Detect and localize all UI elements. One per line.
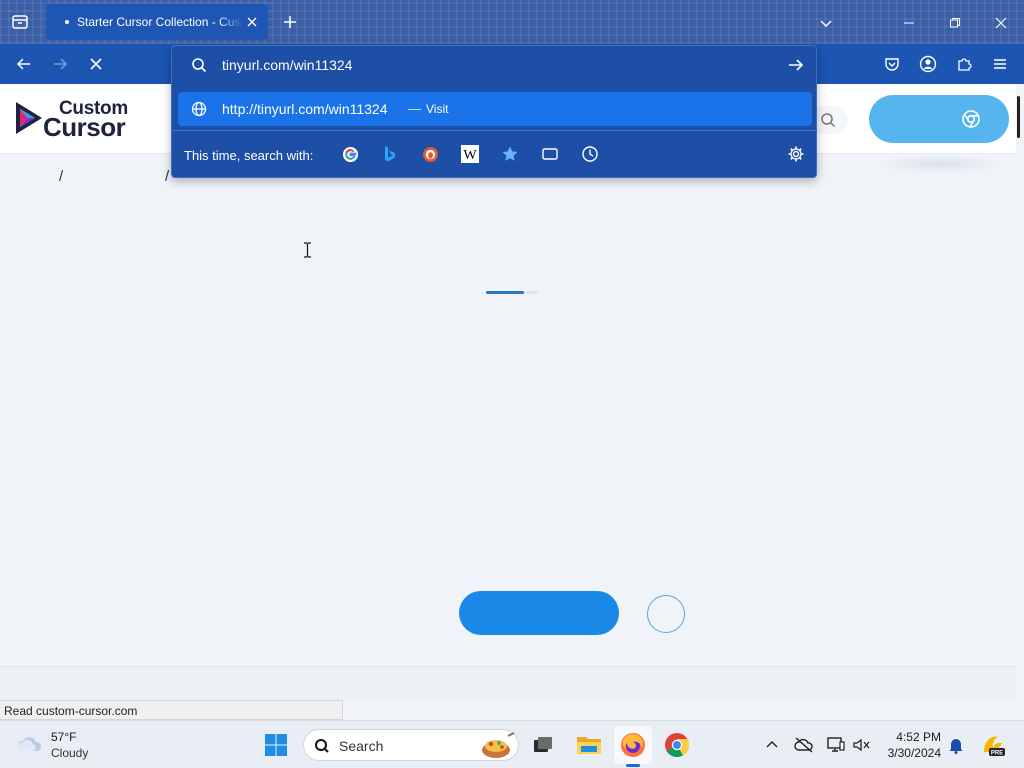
account-icon[interactable] xyxy=(916,52,940,76)
file-explorer-icon[interactable] xyxy=(575,731,603,759)
show-hidden-icons-chevron-icon[interactable] xyxy=(762,735,782,755)
cta-shadow xyxy=(880,154,1000,174)
forward-arrow-icon[interactable] xyxy=(48,52,72,76)
address-bar-dropdown: http://tinyurl.com/win11324 — Visit This… xyxy=(171,45,817,178)
page-scrollbar-thumb[interactable] xyxy=(1017,96,1020,138)
firefox-icon[interactable] xyxy=(619,731,647,759)
text-cursor-icon xyxy=(304,242,311,258)
address-input[interactable] xyxy=(222,55,762,75)
search-highlight-art-icon xyxy=(482,732,515,758)
pocket-icon[interactable] xyxy=(880,52,904,76)
windows-start-icon[interactable] xyxy=(262,731,290,759)
tab-loading-dot xyxy=(65,20,69,24)
restore-icon[interactable] xyxy=(944,12,966,34)
stop-loading-icon[interactable] xyxy=(84,52,108,76)
page-footer-area xyxy=(0,666,1016,700)
suggestion-separator: — xyxy=(408,101,421,116)
search-with-label: This time, search with: xyxy=(184,148,314,163)
tab-close-icon[interactable] xyxy=(244,14,260,30)
history-clock-icon[interactable] xyxy=(581,145,599,163)
chrome-icon[interactable] xyxy=(663,731,691,759)
breadcrumb-separator: / xyxy=(59,168,64,185)
onedrive-offline-icon[interactable] xyxy=(794,735,814,755)
active-tab[interactable]: Starter Cursor Collection - Custom Curso… xyxy=(46,4,268,40)
weather-temperature[interactable]: 57°F xyxy=(51,730,76,744)
taskbar-date[interactable]: 3/30/2024 xyxy=(885,746,941,760)
google-icon[interactable] xyxy=(341,145,359,163)
address-bar[interactable] xyxy=(172,46,816,84)
go-arrow-icon[interactable] xyxy=(787,56,805,74)
logo-text-cursor: Cursor xyxy=(43,112,126,142)
minimize-icon[interactable] xyxy=(898,12,920,34)
one-off-search-row: This time, search with: W xyxy=(172,132,816,176)
display-network-icon[interactable] xyxy=(826,735,846,755)
site-logo[interactable]: Custom Cursor xyxy=(14,98,144,142)
weather-condition[interactable]: Cloudy xyxy=(51,746,88,760)
notification-bell-icon[interactable] xyxy=(946,735,966,755)
globe-icon xyxy=(191,101,207,117)
search-icon xyxy=(315,739,329,753)
back-arrow-icon[interactable] xyxy=(12,52,36,76)
secondary-circle-button[interactable] xyxy=(647,595,685,633)
search-settings-gear-icon[interactable] xyxy=(787,145,805,163)
cloudy-weather-icon[interactable] xyxy=(16,733,44,753)
speaker-muted-icon[interactable] xyxy=(852,735,872,755)
task-view-icon[interactable] xyxy=(529,731,557,759)
bookmarks-star-icon[interactable] xyxy=(501,145,519,163)
svg-text:W: W xyxy=(463,148,477,163)
tab-title: Starter Cursor Collection - Custom Curso… xyxy=(77,15,243,29)
page-scrollbar[interactable] xyxy=(1016,84,1024,700)
new-tab-icon[interactable] xyxy=(280,12,300,32)
chrome-icon xyxy=(962,110,980,128)
extensions-puzzle-icon[interactable] xyxy=(952,52,976,76)
bing-icon[interactable] xyxy=(381,145,399,163)
cursor-logo-icon xyxy=(16,102,42,134)
taskbar-search-label: Search xyxy=(339,738,384,754)
tab-overflow-chevron-icon[interactable] xyxy=(815,12,837,34)
windows-taskbar: 57°F Cloudy Search 4:52 PM 3/30/2024 PRE xyxy=(0,720,1024,768)
taskbar-time[interactable]: 4:52 PM xyxy=(893,730,941,744)
app-menu-hamburger-icon[interactable] xyxy=(988,52,1012,76)
loading-progress-fill xyxy=(486,291,524,294)
dropdown-divider xyxy=(172,130,816,131)
list-all-tabs-icon[interactable] xyxy=(8,10,32,34)
loading-progress-bar xyxy=(486,291,539,294)
duckduckgo-icon[interactable] xyxy=(421,145,439,163)
url-suggestion-row[interactable]: http://tinyurl.com/win11324 — Visit xyxy=(178,92,812,126)
breadcrumb-separator: / xyxy=(165,168,170,185)
taskbar-search-box[interactable]: Search xyxy=(303,729,519,761)
link-status-bar: Read custom-cursor.com xyxy=(0,700,343,720)
suggestion-action: Visit xyxy=(426,102,449,116)
tab-strip: Starter Cursor Collection - Custom Curso… xyxy=(0,0,1024,44)
search-icon xyxy=(192,58,207,73)
tabs-icon[interactable] xyxy=(541,145,559,163)
primary-action-button[interactable] xyxy=(459,591,619,635)
svg-text:PRE: PRE xyxy=(991,751,1003,757)
copilot-preview-icon[interactable]: PRE xyxy=(980,732,1006,758)
firefox-active-indicator xyxy=(626,764,640,767)
add-to-chrome-button[interactable] xyxy=(869,95,1009,143)
close-window-icon[interactable] xyxy=(990,12,1012,34)
wikipedia-icon[interactable]: W xyxy=(461,145,479,163)
suggestion-url: http://tinyurl.com/win11324 xyxy=(222,101,388,117)
